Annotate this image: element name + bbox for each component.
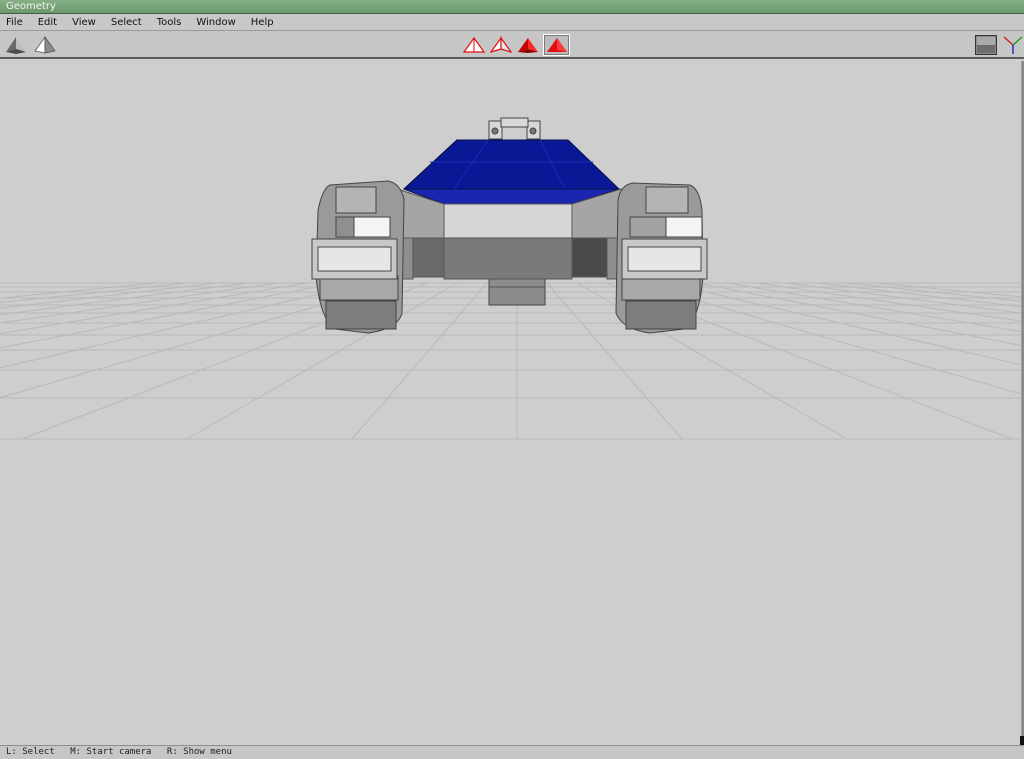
status-left-hint: L: Select bbox=[6, 747, 55, 757]
grid-line bbox=[0, 282, 218, 309]
grid-line bbox=[0, 282, 158, 299]
grid-line bbox=[0, 282, 368, 369]
wireframe-mode-button[interactable] bbox=[462, 34, 486, 56]
grid-toggle-icon bbox=[975, 35, 997, 55]
status-bar: L: Select M: Start camera R: Show menu bbox=[0, 745, 1024, 759]
grid-line bbox=[0, 282, 278, 324]
grid-line bbox=[846, 282, 1021, 302]
grid-line bbox=[0, 282, 308, 335]
flat-shade-button[interactable] bbox=[33, 34, 57, 56]
vehicle-hood bbox=[402, 139, 621, 205]
toolbar bbox=[0, 31, 1024, 59]
status-middle-hint: M: Start camera bbox=[70, 747, 152, 757]
menu-tools[interactable]: Tools bbox=[157, 14, 182, 31]
flat-cone-shade-icon bbox=[34, 36, 56, 54]
menu-edit[interactable]: Edit bbox=[38, 14, 57, 31]
grid-line bbox=[0, 282, 248, 316]
grid-line bbox=[696, 282, 1021, 346]
smooth-shade-button[interactable] bbox=[4, 34, 28, 56]
shaded-mode-button[interactable] bbox=[516, 34, 540, 56]
front-left-wheel bbox=[311, 180, 405, 334]
grid-toggle-button[interactable] bbox=[974, 34, 998, 56]
menu-window[interactable]: Window bbox=[196, 14, 235, 31]
menu-help[interactable]: Help bbox=[251, 14, 274, 31]
status-right-hint: R: Show menu bbox=[166, 747, 232, 757]
roof-rack bbox=[488, 117, 541, 140]
axis-gizmo-button[interactable] bbox=[1002, 34, 1024, 56]
3d-viewport[interactable] bbox=[0, 61, 1022, 745]
grid-line bbox=[786, 282, 1021, 314]
vehicle-model[interactable] bbox=[311, 117, 708, 334]
menu-bar: File Edit View Select Tools Window Help bbox=[0, 14, 1024, 31]
rear-center-wheel bbox=[488, 276, 546, 306]
shaded-wire-mode-button[interactable] bbox=[543, 34, 570, 56]
grid-line bbox=[726, 282, 1021, 333]
shaded-cone-icon bbox=[518, 38, 538, 53]
shaded-cone-selected-icon bbox=[546, 38, 567, 52]
grid-line bbox=[0, 282, 338, 349]
axis-gizmo-icon bbox=[1003, 36, 1023, 54]
window-title: Geometry bbox=[6, 1, 56, 12]
front-right-wheel bbox=[615, 182, 708, 334]
hidden-line-mode-button[interactable] bbox=[489, 34, 513, 56]
menu-view[interactable]: View bbox=[72, 14, 96, 31]
menu-select[interactable]: Select bbox=[111, 14, 142, 31]
grid-line bbox=[876, 282, 1021, 298]
hidden-line-cone-icon bbox=[490, 36, 512, 53]
grid-line bbox=[756, 282, 1021, 322]
3d-scene[interactable] bbox=[0, 61, 1022, 745]
menu-file[interactable]: File bbox=[6, 14, 23, 31]
smooth-cone-shade-icon bbox=[6, 37, 26, 54]
ground-grid bbox=[0, 282, 1021, 440]
window-title-bar: Geometry bbox=[0, 0, 1024, 14]
wireframe-cone-icon bbox=[463, 36, 485, 53]
